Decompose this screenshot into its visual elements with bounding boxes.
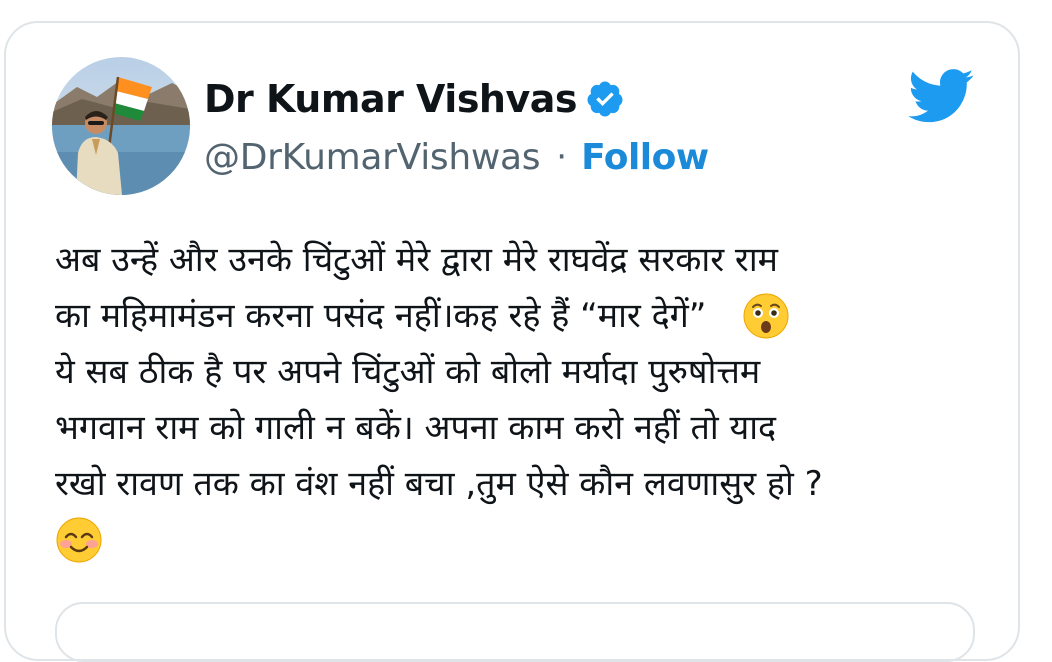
author-handle[interactable]: @DrKumarVishwas: [204, 137, 541, 178]
tweet-body-line: का महिमामंडन करना पसंद नहीं।कह रहे हैं “…: [55, 296, 707, 336]
tweet-body-line: ये सब ठीक है पर अपने चिंटुओं को बोलो मर्…: [55, 352, 761, 392]
tweet-body-line: भगवान राम को गाली न बकें। अपना काम करो न…: [55, 408, 777, 448]
author-display-name[interactable]: Dr Kumar Vishvas: [204, 77, 578, 121]
astonished-face-emoji: [742, 292, 790, 340]
tweet-body-line-emoji: [55, 512, 1005, 568]
avatar[interactable]: [52, 57, 190, 195]
verified-badge-icon: [585, 79, 625, 119]
author-handle-row: @DrKumarVishwas · Follow: [204, 133, 709, 181]
separator-dot: ·: [556, 137, 568, 177]
tweet-body-line: रखो रावण तक का वंश नहीं बचा ,तुम ऐसे कौन…: [55, 464, 823, 504]
author-name-row: Dr Kumar Vishvas: [204, 74, 625, 124]
twitter-bird-icon[interactable]: [905, 67, 975, 123]
tweet-body: अब उन्हें और उनके चिंटुओं मेरे द्वारा मे…: [55, 232, 1005, 568]
tweet-body-line-with-emoji: का महिमामंडन करना पसंद नहीं।कह रहे हैं “…: [55, 288, 1005, 344]
follow-button[interactable]: Follow: [581, 137, 709, 178]
smiling-face-with-smiling-eyes-emoji: [55, 516, 103, 564]
embedded-card-preview[interactable]: [55, 602, 975, 662]
tweet-body-line: अब उन्हें और उनके चिंटुओं मेरे द्वारा मे…: [55, 240, 778, 280]
